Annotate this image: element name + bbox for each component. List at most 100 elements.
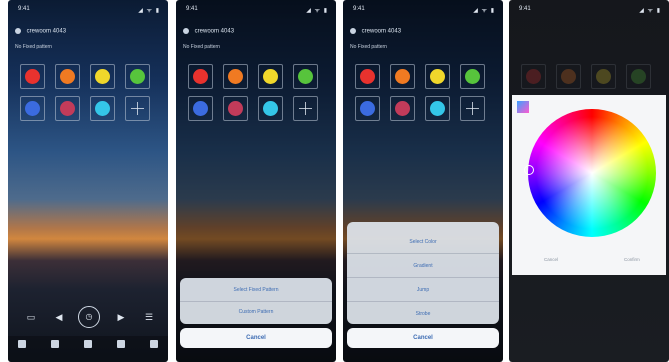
device-header[interactable]: crewoom 4043 bbox=[350, 28, 496, 38]
status-icons: ◢ ᯤ ▮ bbox=[306, 8, 328, 14]
palette-icon bbox=[193, 69, 208, 84]
status-time: 9:41 bbox=[353, 6, 365, 12]
pattern-tile[interactable] bbox=[55, 64, 80, 89]
status-time: 9:41 bbox=[519, 6, 531, 12]
pattern-tile[interactable] bbox=[90, 96, 115, 121]
status-time: 9:41 bbox=[186, 6, 198, 12]
timer-icon[interactable]: ◷ bbox=[78, 306, 100, 328]
palette-icon bbox=[395, 69, 410, 84]
color-knob[interactable] bbox=[524, 165, 534, 175]
bulb-icon bbox=[350, 28, 356, 34]
palette-icon bbox=[130, 69, 145, 84]
tab-2[interactable] bbox=[43, 340, 67, 351]
next-icon[interactable]: ▶ bbox=[114, 310, 128, 324]
pattern-tile[interactable] bbox=[521, 64, 546, 89]
tab-2-icon bbox=[51, 340, 59, 348]
select-fixed-pattern-option[interactable]: Select Fixed Pattern bbox=[180, 287, 332, 293]
color-picker-dialog: Cancel Confirm bbox=[512, 95, 666, 275]
device-name: crewoom 4043 bbox=[361, 28, 402, 35]
pattern-tile[interactable] bbox=[188, 64, 213, 89]
status-bar: 9:41 ◢ ᯤ ▮ bbox=[16, 6, 160, 16]
menu-icon[interactable]: ☰ bbox=[142, 310, 156, 324]
strobe-option[interactable]: Strobe bbox=[347, 311, 499, 317]
pattern-tile[interactable] bbox=[188, 96, 213, 121]
cancel-button[interactable]: Cancel bbox=[180, 328, 332, 348]
palette-icon bbox=[360, 69, 375, 84]
tab-3-icon bbox=[84, 340, 92, 348]
tab-5-icon bbox=[150, 340, 158, 348]
device-header[interactable]: crewoom 4043 bbox=[15, 28, 161, 38]
palette-icon bbox=[298, 69, 313, 84]
pattern-tile[interactable] bbox=[258, 64, 283, 89]
tab-bar bbox=[8, 336, 168, 362]
pattern-tile[interactable] bbox=[425, 96, 450, 121]
pattern-tile[interactable] bbox=[425, 64, 450, 89]
pattern-tile[interactable] bbox=[55, 96, 80, 121]
tab-4[interactable] bbox=[109, 340, 133, 351]
bulb-icon bbox=[183, 28, 189, 34]
mode-icon[interactable]: ▭ bbox=[24, 310, 38, 324]
palette-icon bbox=[60, 69, 75, 84]
screen-mode-sheet: 9:41 ◢ ᯤ ▮ crewoom 4043 No Fixed pattern… bbox=[343, 0, 503, 362]
pattern-tile[interactable] bbox=[223, 64, 248, 89]
palette-icon bbox=[430, 69, 445, 84]
custom-pattern-option[interactable]: Custom Pattern bbox=[180, 309, 332, 315]
screen-pattern-sheet: 9:41 ◢ ᯤ ▮ crewoom 4043 No Fixed pattern… bbox=[176, 0, 336, 362]
sheet-divider bbox=[347, 277, 499, 278]
palette-icon bbox=[95, 69, 110, 84]
palette-icon bbox=[193, 101, 208, 116]
pattern-tile[interactable] bbox=[293, 64, 318, 89]
pattern-tile[interactable] bbox=[355, 96, 380, 121]
palette-icon bbox=[360, 101, 375, 116]
pattern-tile[interactable] bbox=[258, 96, 283, 121]
palette-icon bbox=[526, 69, 541, 84]
status-bar: 9:41 ◢ ᯤ ▮ bbox=[351, 6, 495, 16]
select-color-option[interactable]: Select Color bbox=[347, 239, 499, 245]
gradient-option[interactable]: Gradient bbox=[347, 263, 499, 269]
status-icons: ◢ ᯤ ▮ bbox=[473, 8, 495, 14]
palette-icon bbox=[631, 69, 646, 84]
picker-confirm-button[interactable]: Confirm bbox=[624, 257, 640, 262]
tab-3[interactable] bbox=[76, 340, 100, 351]
picker-cancel-button[interactable]: Cancel bbox=[544, 257, 558, 262]
action-sheet: Select Color Gradient Jump Strobe bbox=[347, 222, 499, 324]
bulb-icon bbox=[15, 28, 21, 34]
device-name: crewoom 4043 bbox=[26, 28, 67, 35]
color-wheel[interactable] bbox=[528, 109, 656, 237]
pattern-tile[interactable] bbox=[390, 96, 415, 121]
pattern-tile[interactable] bbox=[460, 64, 485, 89]
status-bar: 9:41 ◢ ᯤ ▮ bbox=[184, 6, 328, 16]
jump-option[interactable]: Jump bbox=[347, 287, 499, 293]
add-pattern-tile[interactable] bbox=[293, 96, 318, 121]
add-pattern-tile[interactable] bbox=[460, 96, 485, 121]
tab-1[interactable] bbox=[10, 340, 34, 351]
status-bar: 9:41 ◢ ᯤ ▮ bbox=[517, 6, 661, 16]
tab-5[interactable] bbox=[142, 340, 166, 351]
sheet-divider bbox=[180, 301, 332, 302]
pattern-tile[interactable] bbox=[20, 96, 45, 121]
device-header[interactable]: crewoom 4043 bbox=[183, 28, 329, 38]
playback-controls: ▭ ◀ ◷ ▶ ☰ bbox=[8, 306, 168, 328]
pattern-subtitle: No Fixed pattern bbox=[183, 44, 220, 50]
pattern-tile[interactable] bbox=[591, 64, 616, 89]
pattern-tile[interactable] bbox=[355, 64, 380, 89]
pattern-tile[interactable] bbox=[626, 64, 651, 89]
cancel-button[interactable]: Cancel bbox=[347, 328, 499, 348]
pattern-tile[interactable] bbox=[390, 64, 415, 89]
palette-icon bbox=[263, 69, 278, 84]
add-pattern-tile[interactable] bbox=[125, 96, 150, 121]
pattern-subtitle: No Fixed pattern bbox=[15, 44, 52, 50]
pattern-tile[interactable] bbox=[223, 96, 248, 121]
palette-icon bbox=[465, 69, 480, 84]
pattern-tile[interactable] bbox=[556, 64, 581, 89]
prev-icon[interactable]: ◀ bbox=[52, 310, 66, 324]
device-name: crewoom 4043 bbox=[194, 28, 235, 35]
sheet-divider bbox=[347, 253, 499, 254]
sheet-divider bbox=[347, 301, 499, 302]
pattern-tile[interactable] bbox=[20, 64, 45, 89]
pattern-tile[interactable] bbox=[90, 64, 115, 89]
palette-icon bbox=[430, 101, 445, 116]
pattern-tile[interactable] bbox=[125, 64, 150, 89]
palette-icon bbox=[263, 101, 278, 116]
palette-icon bbox=[25, 69, 40, 84]
